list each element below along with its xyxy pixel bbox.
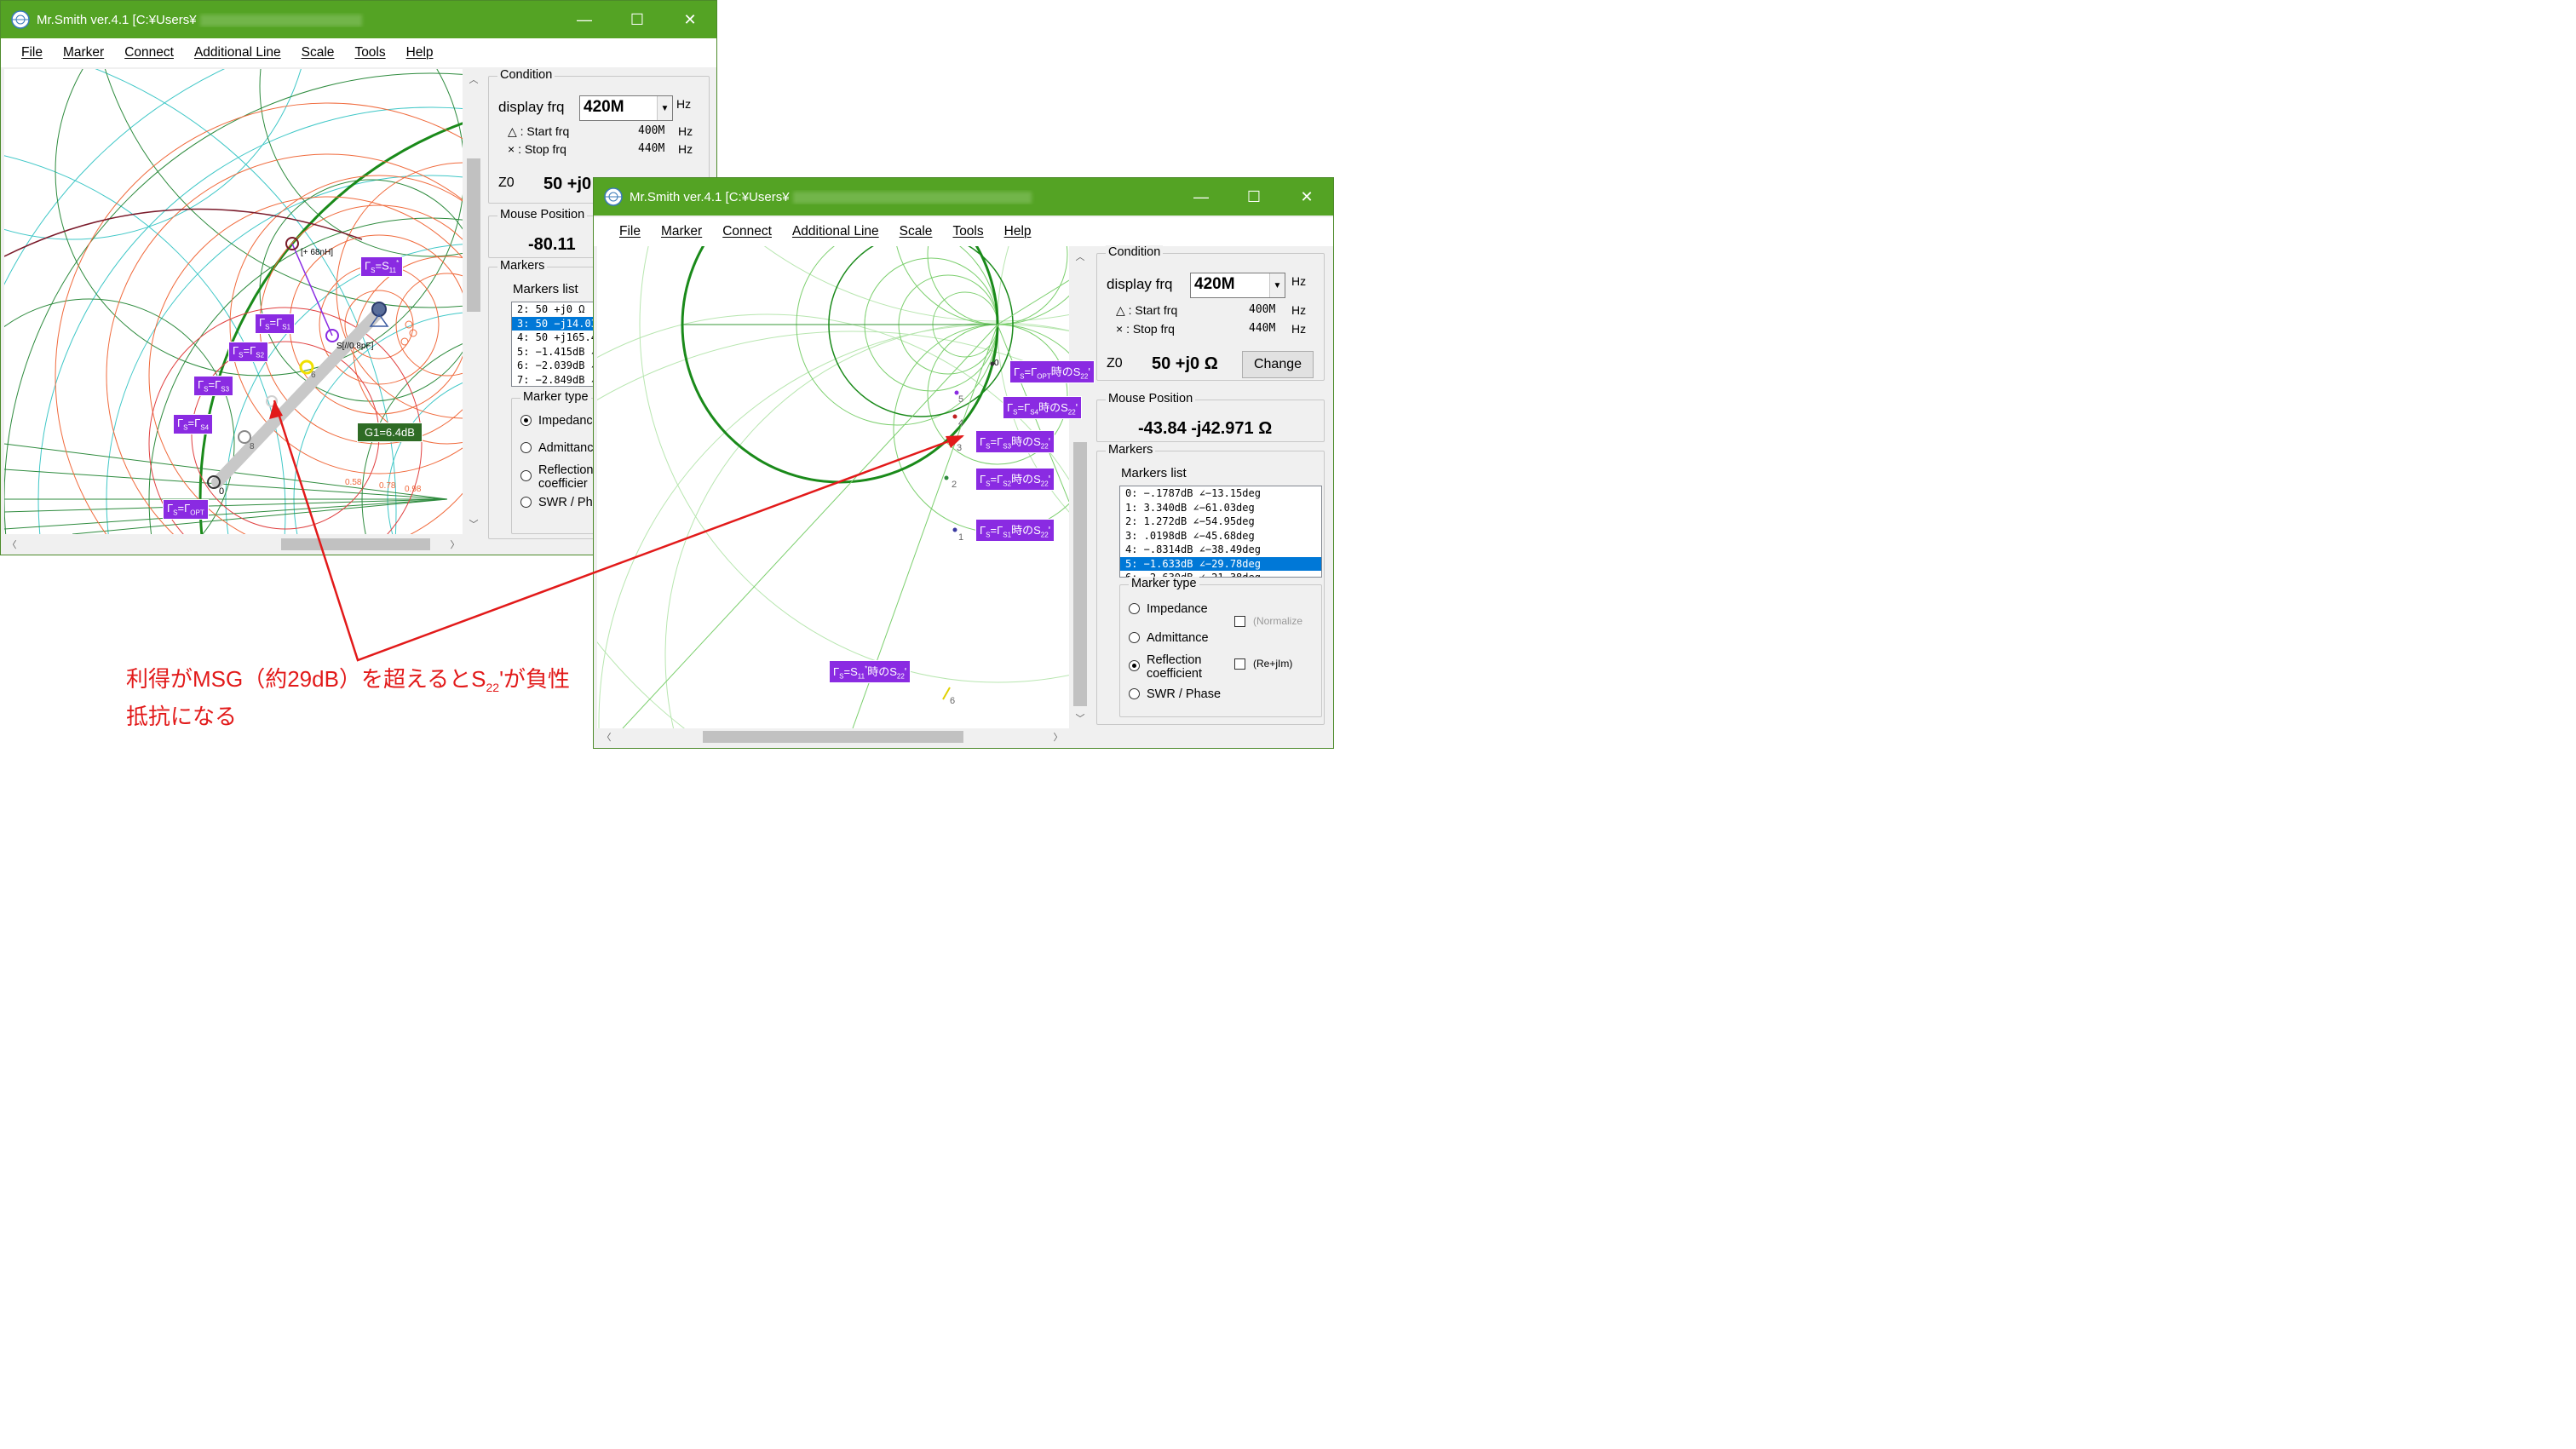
red-arrow-line — [273, 400, 963, 662]
annotation-arrow-overlay — [269, 400, 964, 662]
arrow-head-right-icon — [946, 435, 964, 448]
annotation-line-2: 抵抗になる — [126, 704, 238, 730]
annotation-line-1: 利得がMSG（約29dB）を超えるとS22'が負性 — [126, 666, 571, 695]
annotation-text: 利得がMSG（約29dB）を超えるとS22'が負性 抵抗になる — [126, 664, 570, 731]
